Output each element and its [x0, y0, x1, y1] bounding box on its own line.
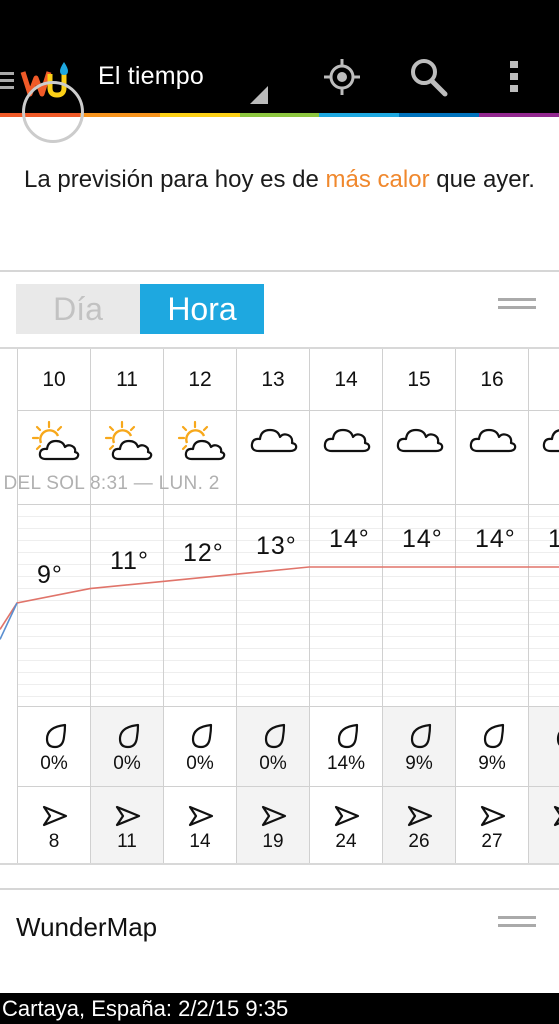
- search-button[interactable]: [404, 52, 452, 102]
- temp-value: 12°: [183, 539, 224, 568]
- condition-circle-icon: [22, 81, 84, 143]
- sunrise-label: A DEL SOL 8:31 — LUN. 2: [0, 473, 220, 494]
- wundermap-card[interactable]: WunderMap: [0, 888, 559, 992]
- temp-value: 9°: [37, 561, 63, 589]
- hamburger-menu-icon[interactable]: [0, 68, 20, 94]
- temp-value: 1: [548, 525, 559, 554]
- status-bar: [0, 0, 559, 52]
- dropdown-caret-icon[interactable]: [250, 86, 268, 104]
- drag-handle-icon[interactable]: [498, 298, 536, 312]
- day-hour-toggle: Día Hora: [16, 284, 264, 334]
- forecast-highlight: más calor: [325, 166, 430, 193]
- temp-trend-line: [0, 566, 559, 630]
- forecast-summary-card: La previsión para hoy es de más calor qu…: [0, 81, 559, 272]
- temp-value: 14°: [475, 525, 516, 553]
- forecast-summary-text: La previsión para hoy es de más calor qu…: [24, 163, 554, 197]
- location-timestamp-bar: Cartaya, España: 2/2/15 9:35: [0, 993, 559, 1024]
- forecast-text-before: La previsión para hoy es de: [24, 166, 326, 193]
- wundermap-title: WunderMap: [16, 912, 158, 942]
- overflow-menu-button[interactable]: [494, 52, 534, 102]
- action-bar: El tiempo: [0, 52, 559, 114]
- temp-value: 14°: [329, 525, 370, 553]
- temp-value: 14°: [402, 525, 443, 553]
- hourly-forecast-grid[interactable]: 10 0% 8 11 0% 11 12 0% 14 13 0% 19 14 14% 24 15 9% 26 16 9%…: [0, 347, 559, 865]
- forecast-text-after: que ayer.: [429, 166, 535, 193]
- drag-handle-icon[interactable]: [498, 916, 536, 930]
- location-button[interactable]: [318, 52, 366, 102]
- temp-trend-line-prev: [0, 602, 18, 640]
- temperature-line: [0, 566, 559, 640]
- tab-day[interactable]: Día: [16, 284, 140, 334]
- search-icon: [411, 59, 448, 97]
- temp-value: 11°: [110, 546, 149, 575]
- tab-hour[interactable]: Hora: [140, 284, 264, 334]
- temp-value: 13°: [256, 532, 297, 561]
- app-title[interactable]: El tiempo: [98, 62, 204, 91]
- locate-icon: [324, 59, 360, 95]
- more-vert-icon: [510, 61, 518, 92]
